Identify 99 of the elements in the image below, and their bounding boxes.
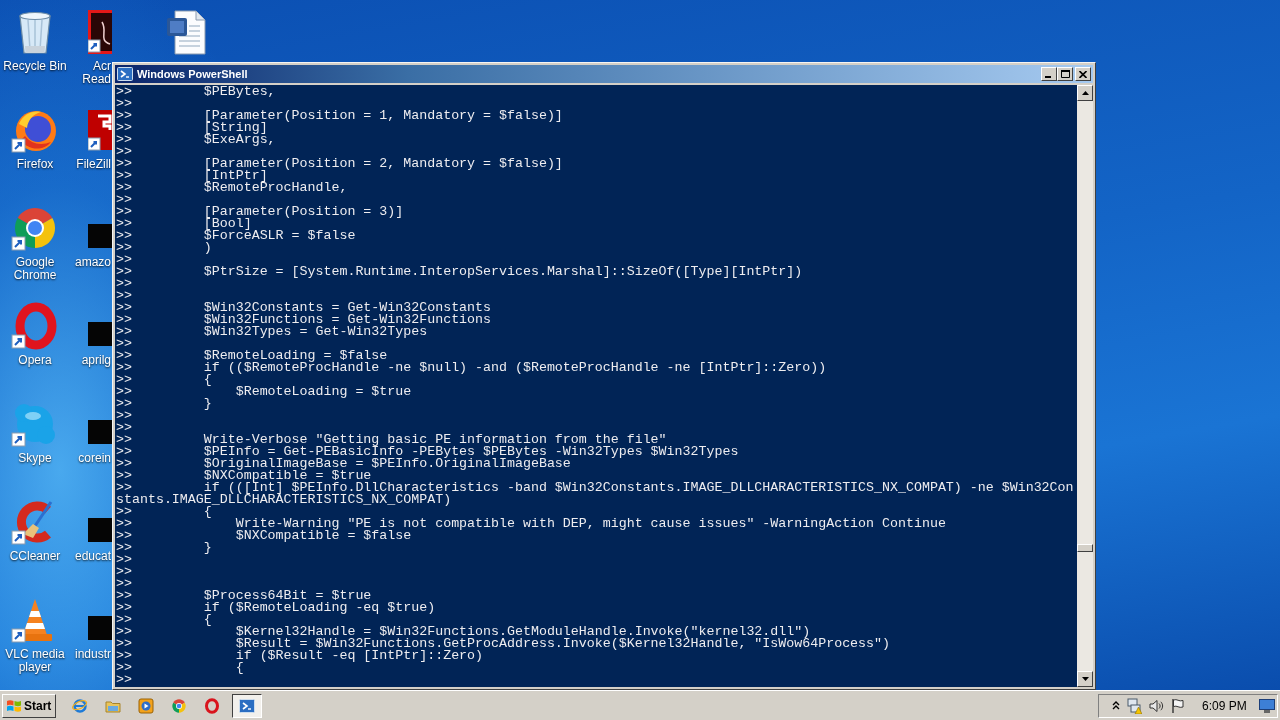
app-tile-icon[interactable] [88, 108, 112, 152]
scrollbar-thumb[interactable] [1077, 544, 1093, 552]
orbit-ring-icon[interactable] [72, 697, 88, 714]
console-line: >> $OriginalImageBase = $PEInfo.OriginalImageBase [116, 458, 571, 470]
caret-up-icon [1081, 91, 1089, 95]
icon-label[interactable]: amazo [70, 256, 111, 269]
close-button[interactable] [1075, 67, 1091, 81]
console-line: >> [Parameter(Position = 2, Mandatory = $false)] [116, 158, 563, 170]
console-line: >> { [116, 614, 212, 626]
console-line: >> $NXCompatible = $true [116, 470, 372, 482]
icon-label[interactable]: Skype [1, 452, 69, 465]
thumbnail-icon[interactable] [88, 616, 112, 640]
console-line: >> Write-Warning "PE is not compatible with DEP, might cause issues" -WarningAction Continue [116, 518, 946, 530]
console-line: >> [String] [116, 122, 268, 134]
console-line: >> { [116, 506, 212, 518]
console-line: >> [Parameter(Position = 1, Mandatory = $false)] [116, 110, 563, 122]
thumbnail-icon[interactable] [88, 224, 112, 248]
console-line: >> [116, 98, 132, 110]
icon-label[interactable]: corein [70, 452, 111, 465]
console-line: >> $Win32Functions = Get-Win32Functions [116, 314, 492, 326]
console-line: >> $RemoteProcHandle, [116, 182, 348, 194]
console-line: >> Write-Verbose "Getting basic PE information from the file" [116, 434, 667, 446]
thumbnail-icon[interactable] [88, 518, 112, 542]
icon-label[interactable]: aprilg [70, 354, 111, 367]
flag-icon[interactable] [1170, 697, 1186, 714]
minimize-button[interactable] [1041, 67, 1057, 81]
console-line: >> [Bool] [116, 218, 252, 230]
caret-down-icon [1081, 677, 1089, 681]
terminal-icon [239, 697, 255, 714]
console-line: >> $RemoteLoading = $true [116, 386, 412, 398]
icon-label[interactable]: Google Chrome [1, 256, 69, 282]
terminal-icon [117, 66, 133, 82]
icon-label[interactable]: Recycle Bin [1, 60, 69, 73]
play-icon[interactable] [138, 697, 154, 714]
console-line: >> $Kernel32Handle = $Win32Functions.GetModuleHandle.Invoke("kernel32.dll") [116, 626, 811, 638]
maximize-icon [1060, 70, 1070, 78]
console-line: >> if (($RemoteProcHandle -ne $null) -and ($RemoteProcHandle -ne [IntPtr]::Zero)) [116, 362, 827, 374]
console-line: >> [Parameter(Position = 3)] [116, 206, 404, 218]
console-line: >> $Process64Bit = $true [116, 590, 372, 602]
start-button[interactable]: Start [2, 693, 56, 718]
icon-label[interactable]: Firefox [1, 158, 69, 171]
console-line: >> $Result = $Win32Functions.GetProcAddress.Invoke($Kernel32Handle, "IsWow64Process") [116, 638, 890, 650]
console-line: >> [116, 254, 132, 266]
console-line: >> $Win32Types = Get-Win32Types [116, 326, 428, 338]
ring-logo-icon[interactable] [11, 302, 59, 350]
console-line: >> [116, 410, 132, 422]
icon-label[interactable]: Opera [1, 354, 69, 367]
speaker-icon[interactable] [1148, 697, 1164, 714]
console-line: >> [116, 674, 132, 686]
clock-time[interactable]: 6:09 PM [1202, 698, 1247, 713]
thumbnail-icon[interactable] [88, 322, 112, 346]
console-line: >> $ForceASLR = $false [116, 230, 356, 242]
console-line: >> $RemoteLoading = $false [116, 350, 388, 362]
taskbar-button[interactable] [232, 693, 262, 718]
close-icon [1079, 70, 1087, 78]
ring-logo-icon[interactable] [204, 697, 220, 714]
console-line: >> if (([Int] $PEInfo.DllCharacteristics -band $Win32Constants.IMAGE_DLLCHARACTERISTICS_NX_COMPAT) -ne $Win32Con [116, 482, 1074, 494]
network-warning-icon[interactable] [1126, 697, 1142, 714]
thumbnail-icon[interactable] [88, 420, 112, 444]
icon-label[interactable]: industr [70, 648, 111, 661]
console-line: >> ) [116, 242, 212, 254]
console-line: >> $PEInfo = Get-PEBasicInfo -PEBytes $PEBytes -Win32Types $Win32Types [116, 446, 739, 458]
console-line: >> [116, 338, 132, 350]
console-line: >> if ($RemoteLoading -eq $true) [116, 602, 436, 614]
console-line: >> $ExeArgs, [116, 134, 276, 146]
console-line: >> [116, 194, 132, 206]
console-line: >> [IntPtr] [116, 170, 268, 182]
console-line: >> { [116, 662, 244, 674]
console-line: >> [116, 290, 132, 302]
circle-logo-icon[interactable] [171, 697, 187, 714]
double-chevron-up-icon[interactable] [1112, 701, 1120, 710]
icon-label[interactable]: Acr Read [70, 60, 111, 86]
console-line: >> } [116, 542, 212, 554]
icon-label[interactable]: CCleaner [1, 550, 69, 563]
console-line: >> $NXCompatible = $false [116, 530, 412, 542]
console-line: >> [116, 146, 132, 158]
console-line: >> [116, 422, 132, 434]
maximize-button[interactable] [1057, 67, 1073, 81]
app-tile-icon[interactable] [88, 10, 112, 54]
icon-label[interactable]: educat [70, 550, 111, 563]
console-line: >> [116, 278, 132, 290]
scrollbar[interactable] [1077, 85, 1093, 687]
window-title: Windows PowerShell [137, 68, 248, 80]
console-line: >> [116, 554, 132, 566]
tiled-flag-icon [6, 697, 22, 714]
console-line: >> $Win32Constants = Get-Win32Constants [116, 302, 492, 314]
console-line: >> { [116, 374, 212, 386]
monitor-icon[interactable] [1259, 698, 1275, 713]
console-line: >> $PEBytes, [116, 86, 276, 98]
console-line: >> $PtrSize = [System.Runtime.InteropServices.Marshal]::SizeOf([Type][IntPtr]) [116, 266, 803, 278]
console-line: >> } [116, 398, 212, 410]
console-line: stants.IMAGE_DLLCHARACTERISTICS_NX_COMPAT) [116, 494, 452, 506]
icon-label[interactable]: VLC media player [1, 648, 69, 674]
scroll-down-button[interactable] [1077, 671, 1093, 687]
console-line: >> [116, 566, 132, 578]
console-line: >> if ($Result -eq [IntPtr]::Zero) [116, 650, 484, 662]
icon-label[interactable]: FileZill [70, 158, 111, 171]
scroll-up-button[interactable] [1077, 85, 1093, 101]
console-line: >> [116, 578, 132, 590]
